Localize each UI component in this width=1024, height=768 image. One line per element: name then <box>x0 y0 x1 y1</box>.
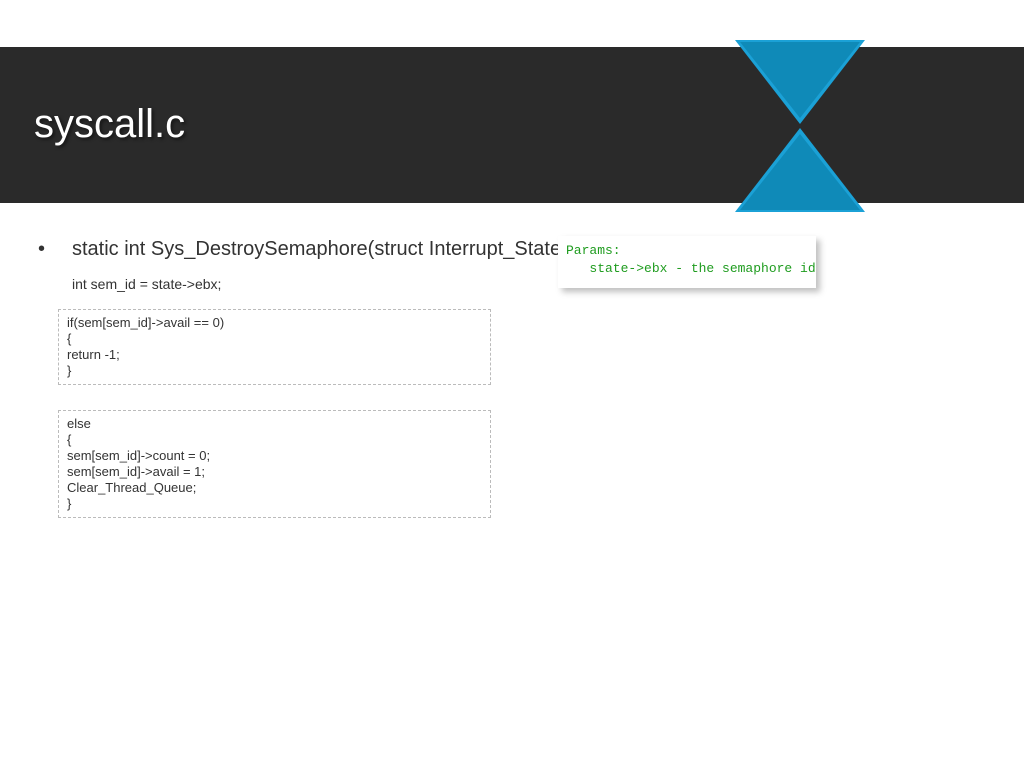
page-title: syscall.c <box>34 102 185 147</box>
code-block-else: else { sem[sem_id]->count = 0; sem[sem_i… <box>58 410 491 518</box>
bullet-marker: • <box>38 236 72 262</box>
hourglass-decoration <box>735 40 865 212</box>
bullet-row: • static int Sys_DestroySemaphore(struct… <box>38 236 984 262</box>
params-annotation: Params: state->ebx - the semaphore id <box>558 236 816 288</box>
code-subline: int sem_id = state->ebx; <box>72 276 221 292</box>
code-block-if: if(sem[sem_id]->avail == 0) { return -1;… <box>58 309 491 385</box>
function-signature: static int Sys_DestroySemaphore(struct I… <box>72 236 624 262</box>
content-area: • static int Sys_DestroySemaphore(struct… <box>38 236 984 262</box>
